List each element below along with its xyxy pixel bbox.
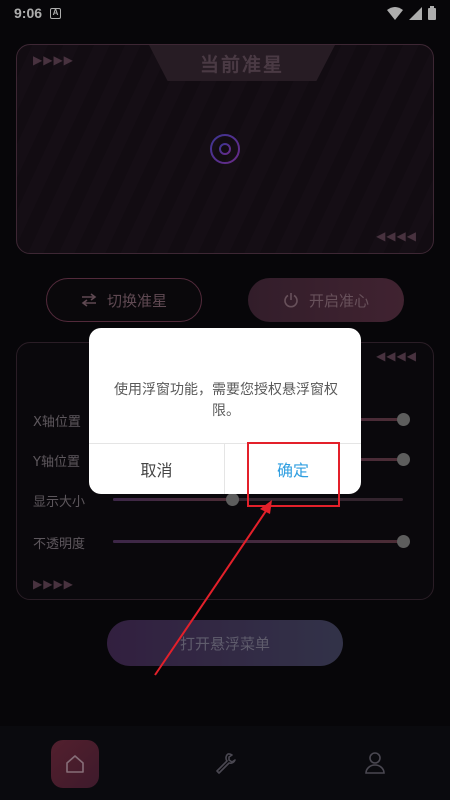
permission-dialog: 使用浮窗功能，需要您授权悬浮窗权限。 取消 确定 — [89, 328, 361, 494]
dialog-message: 使用浮窗功能，需要您授权悬浮窗权限。 — [114, 382, 338, 419]
confirm-button[interactable]: 确定 — [225, 444, 361, 494]
cancel-button[interactable]: 取消 — [89, 444, 224, 494]
